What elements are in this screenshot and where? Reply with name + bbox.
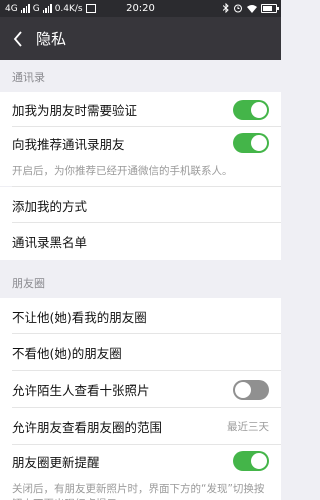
page-title: 隐私 <box>36 30 67 48</box>
row-label: 不看他(她)的朋友圈 <box>12 346 122 361</box>
stranger-ten-photos-toggle[interactable] <box>233 379 269 400</box>
nav-bar: 隐私 <box>0 17 281 60</box>
row-label: 朋友圈更新提醒 <box>12 454 100 470</box>
update-notify-hint: 关闭后，有朋友更新照片时，界面下方的“发现”切换按钮上不再出现红点提示。 <box>0 477 281 500</box>
wifi-icon <box>247 4 257 13</box>
recommend-contacts-toggle[interactable] <box>233 133 269 153</box>
row-label: 不让他(她)看我的朋友圈 <box>12 309 147 325</box>
bluetooth-icon <box>223 3 229 13</box>
row-label: 通讯录黑名单 <box>12 235 88 250</box>
alarm-icon <box>234 4 242 13</box>
row-label: 添加我的方式 <box>12 198 88 214</box>
row-stranger-ten-photos: 允许陌生人查看十张照片 <box>0 371 281 408</box>
update-notify-toggle[interactable] <box>233 451 269 471</box>
row-recommend-contacts: 向我推荐通讯录朋友 <box>0 127 281 159</box>
status-bar: 4G G 0.4K/s 20:20 <box>0 0 281 17</box>
verify-friend-toggle[interactable] <box>233 99 269 120</box>
recommend-hint: 开启后，为你推荐已经开通微信的手机联系人。 <box>0 159 281 186</box>
section-header-moments: 朋友圈 <box>12 277 45 290</box>
row-label: 向我推荐通讯录朋友 <box>12 136 125 152</box>
view-range-value: 最近三天 <box>227 421 269 433</box>
row-update-notify: 朋友圈更新提醒 <box>0 445 281 477</box>
row-verify-friend: 加我为朋友时需要验证 <box>0 92 281 127</box>
row-add-methods[interactable]: 添加我的方式 <box>0 187 281 223</box>
row-blacklist[interactable]: 通讯录黑名单 <box>0 223 281 260</box>
chevron-left-icon <box>13 30 22 47</box>
row-label: 允许朋友查看朋友圈的范围 <box>12 420 163 435</box>
back-button[interactable] <box>0 17 36 60</box>
row-block-view[interactable]: 不让他(她)看我的朋友圈 <box>0 298 281 334</box>
row-label: 加我为朋友时需要验证 <box>12 103 138 118</box>
row-label: 允许陌生人查看十张照片 <box>12 383 150 398</box>
row-view-range[interactable]: 允许朋友查看朋友圈的范围 最近三天 <box>0 408 281 445</box>
section-header-contacts: 通讯录 <box>12 71 45 84</box>
row-hide-moments[interactable]: 不看他(她)的朋友圈 <box>0 334 281 371</box>
battery-icon <box>261 3 279 13</box>
